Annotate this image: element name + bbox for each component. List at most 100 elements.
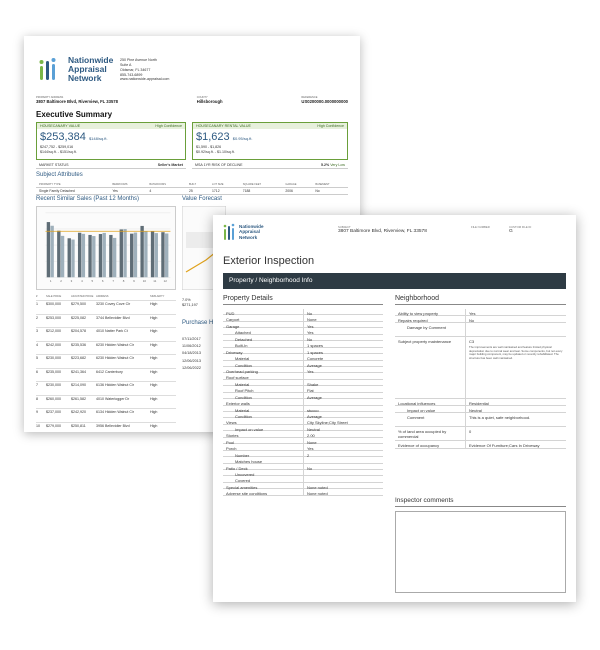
chart-bar xyxy=(46,222,51,278)
value-amount: $253,384 xyxy=(40,131,86,144)
sales-row: 2 $253,000 $225,082 3744 Bellevidier Blvd Hi… xyxy=(36,315,176,328)
property-row-value xyxy=(303,476,383,482)
neighborhood-title: Neighborhood xyxy=(395,295,566,305)
sales-cell: $241,364 xyxy=(71,369,86,374)
section-banner: Property / Neighborhood Info xyxy=(223,273,566,289)
purchase-date: 12/06/2013 xyxy=(182,358,202,363)
sales-cell: 7 xyxy=(36,383,38,387)
neighborhood-row-value xyxy=(465,323,566,336)
neighborhood-row: % of land area occupied by commercial 0 xyxy=(395,427,566,441)
neighborhood-row-label: Evidence of occupancy xyxy=(398,443,440,448)
chart-tick-label: 5 xyxy=(92,279,94,283)
company-address: 250 Pine Avenue North Suite A Oldsmar, F… xyxy=(120,58,169,82)
county-block: County Hillsborough xyxy=(197,96,223,104)
neighborhood-row: Repairs required No xyxy=(395,316,566,323)
chart-bar xyxy=(165,233,169,278)
sales-row: 6 $235,000 $241,364 6412 Canterbury High xyxy=(36,369,176,382)
purchase-date: 07/11/2017 xyxy=(182,337,201,341)
subject-value-row: Single Family Detached Yes 4 25 1712 718… xyxy=(36,187,348,196)
neighborhood-row-value: 0 xyxy=(465,427,566,440)
neighborhood-row-value: This is a quiet, safe neighborhood. xyxy=(465,413,566,426)
subject-value: Yes xyxy=(109,187,147,196)
neighborhood-row: Subject property maintenance C3 The improv… xyxy=(395,337,566,399)
property-row-value: stucco xyxy=(303,405,383,413)
property-row-value: Yes xyxy=(303,444,383,451)
rental-confidence: High Confidence xyxy=(317,124,344,128)
inspector-comments-title: Inspector comments xyxy=(395,497,566,507)
sales-cell: 4010 Natter Park Ct xyxy=(96,329,128,333)
chart-tick-label: 7 xyxy=(112,279,114,283)
sales-cell: $237,000 xyxy=(46,410,61,414)
purchase-date: 12/06/2022 xyxy=(182,365,202,370)
recent-sales-chart: 1 2 3 4 5 6 7 8 9 10 11 12 xyxy=(36,206,176,290)
value-main: $253,384 $148/sq.ft. xyxy=(37,129,185,145)
property-row-value: Neutral xyxy=(303,424,383,432)
sales-row: 7 $230,000 $214,090 6136 Hidden Walnut Cir H… xyxy=(36,382,176,396)
value-per-sqft: $148/sq.ft. xyxy=(88,136,108,142)
property-row-value: Shake xyxy=(303,379,383,387)
decline-risk-row: MSA 1YR RISK OF DECLINE 5.2% Very Low xyxy=(192,162,348,170)
chart-bar xyxy=(140,225,144,278)
neighborhood-row: Ability to view property Yes xyxy=(395,309,566,316)
exterior-inspection-page: Nationwide Appraisal Network Subject 380… xyxy=(213,215,576,602)
recent-sales-title: Recent Similar Sales (Past 12 Months) xyxy=(36,196,140,202)
subject-attributes-title: Subject Attributes xyxy=(36,172,83,178)
neighborhood-row-value: Yes xyxy=(465,309,566,316)
sales-header: SIMILARITY xyxy=(150,295,165,298)
property-row: Adverse site conditions None noted xyxy=(223,489,383,496)
neighborhood-row: Evidence of occupancy Evidence Of Furnitu… xyxy=(395,441,566,449)
property-row-value xyxy=(303,469,383,476)
logo-line: Appraisal xyxy=(239,229,260,235)
chart-bar xyxy=(60,235,65,278)
subject-attributes-table: PROPERTY TYPE BEDROOMS BATHROOMS BUILT L… xyxy=(36,182,348,196)
chart-bar xyxy=(130,233,134,278)
page-title: Exterior Inspection xyxy=(223,255,315,267)
property-row-value: No xyxy=(303,334,383,342)
neighborhood-row-value: No xyxy=(465,316,566,323)
sales-cell: 3956 Bellevidier Blvd xyxy=(96,423,130,428)
executive-summary-title: Executive Summary xyxy=(36,110,113,119)
chart-bar xyxy=(112,237,117,278)
sales-header: SALE PRICE xyxy=(46,295,62,298)
sales-cell: High xyxy=(150,302,158,306)
chart-tick-label: 3 xyxy=(71,279,73,283)
market-status-row: MARKET STATUS Seller's Market xyxy=(36,162,186,170)
sales-cell: High xyxy=(150,329,158,333)
sales-cell: 9 xyxy=(36,410,38,414)
sales-row: 9 $237,000 $242,920 6134 Hidden Walnut Cir H… xyxy=(36,409,176,423)
sales-cell: 4 xyxy=(36,342,38,347)
sales-cell: $204,578 xyxy=(71,329,86,333)
subject-value: 4 xyxy=(146,187,186,196)
neighborhood-row-value: C3 The improvements are well maintained a… xyxy=(465,337,566,398)
sales-header: ADDRESS xyxy=(96,295,109,298)
property-row-value: Average xyxy=(303,412,383,419)
file-number-label: File Number xyxy=(471,225,490,229)
decline-value: 5.2% xyxy=(321,163,330,167)
property-details-table: PUD No Carport None Garage Yes Attached Yes Deta… xyxy=(223,309,383,496)
sales-cell: $242,000 xyxy=(46,342,61,347)
chart-tick-label: 9 xyxy=(133,279,135,283)
chart-bar xyxy=(144,231,148,278)
property-row-value: None xyxy=(303,437,383,445)
chart-tick-label: 2 xyxy=(60,279,62,283)
chart-bar xyxy=(77,232,82,278)
market-status-value: Seller's Market xyxy=(157,163,183,167)
property-row-value: Average xyxy=(303,392,383,400)
chart-bar xyxy=(88,234,92,278)
custom-file-value: G xyxy=(509,229,513,234)
inspector-comments-field[interactable] xyxy=(395,511,566,593)
sales-cell: High xyxy=(150,315,158,320)
sales-cell: 6136 Hidden Walnut Cir xyxy=(96,383,135,387)
decline-risk: 5.2% Very Low xyxy=(321,163,345,167)
rental-per-sqft: $0.95/sq.ft. xyxy=(232,136,253,142)
sales-cell: $300,000 xyxy=(46,302,61,306)
sales-cell: $260,000 xyxy=(46,396,61,401)
chart-bar xyxy=(102,232,106,278)
subject-block: Subject 3807 Baltimore Blvd, Riverview, … xyxy=(338,225,427,234)
chart-bar xyxy=(92,236,96,278)
sales-row: 8 $260,000 $261,582 4010 Waterlogger Dr High xyxy=(36,396,176,409)
subject-value: 2006 xyxy=(282,187,313,196)
sales-row: 4 $242,000 $235,536 6230 Hidden Walnut Cir H… xyxy=(36,342,176,355)
chart-bar xyxy=(71,239,75,278)
decline-text: Very Low xyxy=(330,163,345,167)
